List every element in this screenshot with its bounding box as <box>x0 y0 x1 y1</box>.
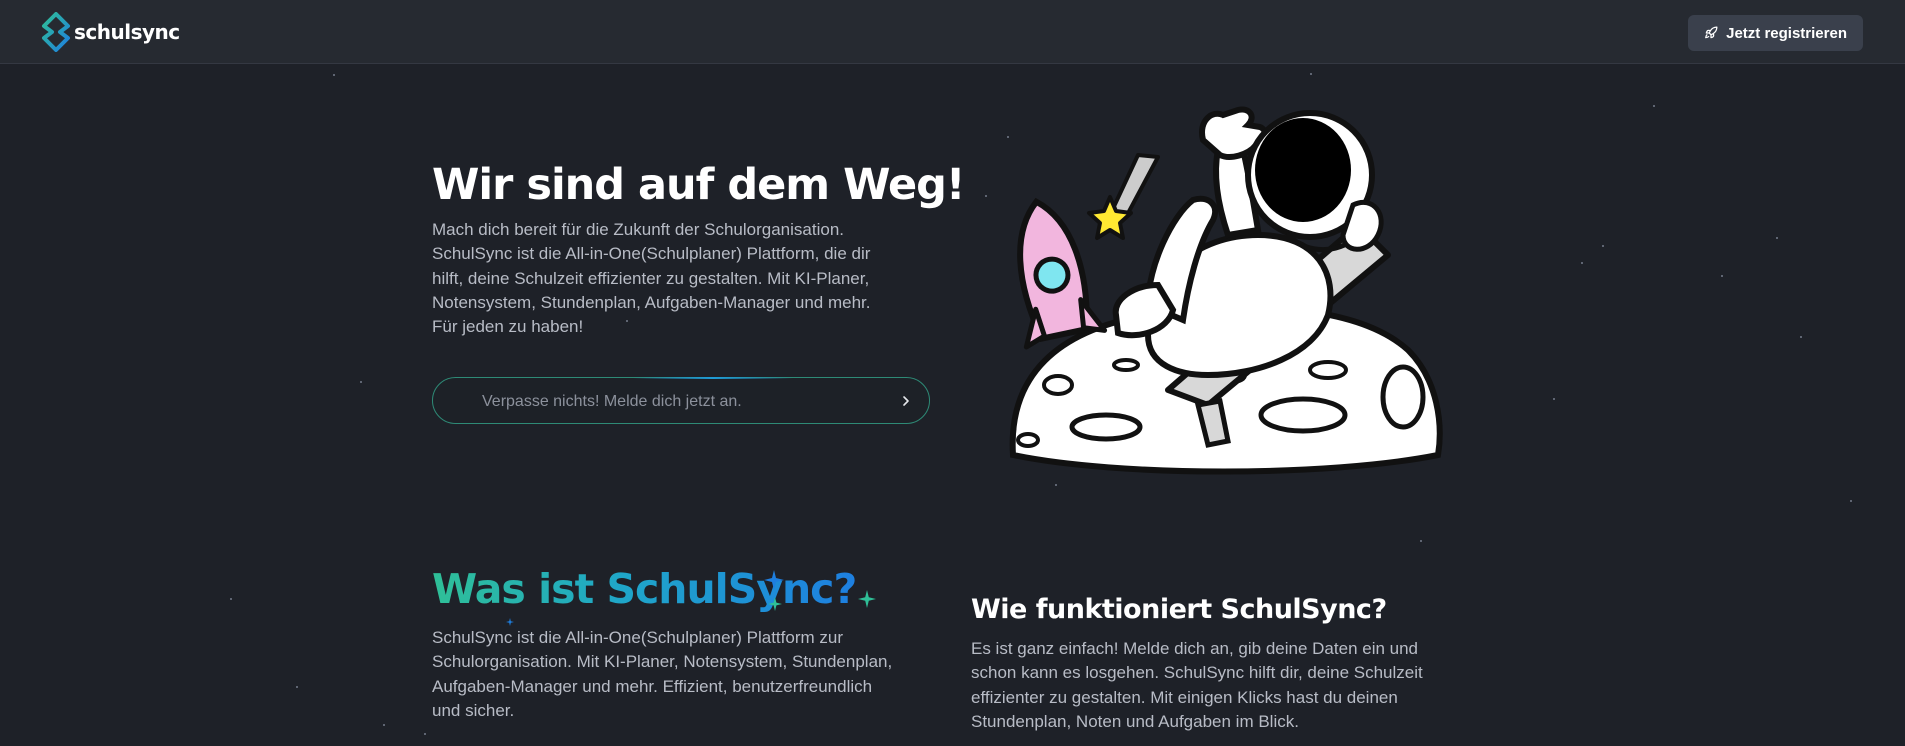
signup-glow <box>633 377 793 379</box>
starfield-background <box>0 0 1905 746</box>
logo[interactable]: schulsync <box>40 12 180 52</box>
sparkle-icon <box>506 618 514 626</box>
register-button[interactable]: Jetzt registrieren <box>1688 15 1863 51</box>
top-navbar: schulsync Jetzt registrieren <box>0 0 1905 64</box>
chevron-right-icon <box>903 396 909 406</box>
signup-submit-button[interactable] <box>895 390 917 412</box>
how-it-works-text: Es ist ganz einfach! Melde dich an, gib … <box>971 639 1423 731</box>
rocket-icon <box>1705 26 1718 39</box>
schulsync-logo-icon <box>42 12 70 52</box>
sparkle-icon <box>764 570 784 590</box>
what-is-schulsync-title: Was ist SchulSync? <box>432 565 857 613</box>
what-is-schulsync-text: SchulSync ist die All-in-One(Schulplaner… <box>432 628 893 720</box>
astronaut-illustration <box>1009 106 1443 475</box>
sparkle-icon <box>858 590 876 608</box>
register-button-label: Jetzt registrieren <box>1726 24 1847 42</box>
signup-email-input[interactable] <box>480 388 864 416</box>
sparkle-icon <box>768 597 782 611</box>
logo-text: schulsync <box>74 20 180 44</box>
newsletter-signup <box>432 377 930 424</box>
how-it-works-title: Wie funktioniert SchulSync? <box>971 594 1387 625</box>
hero-description: Mach dich bereit für die Zukunft der Sch… <box>432 220 871 337</box>
hero-title: Wir sind auf dem Weg! <box>432 160 966 210</box>
